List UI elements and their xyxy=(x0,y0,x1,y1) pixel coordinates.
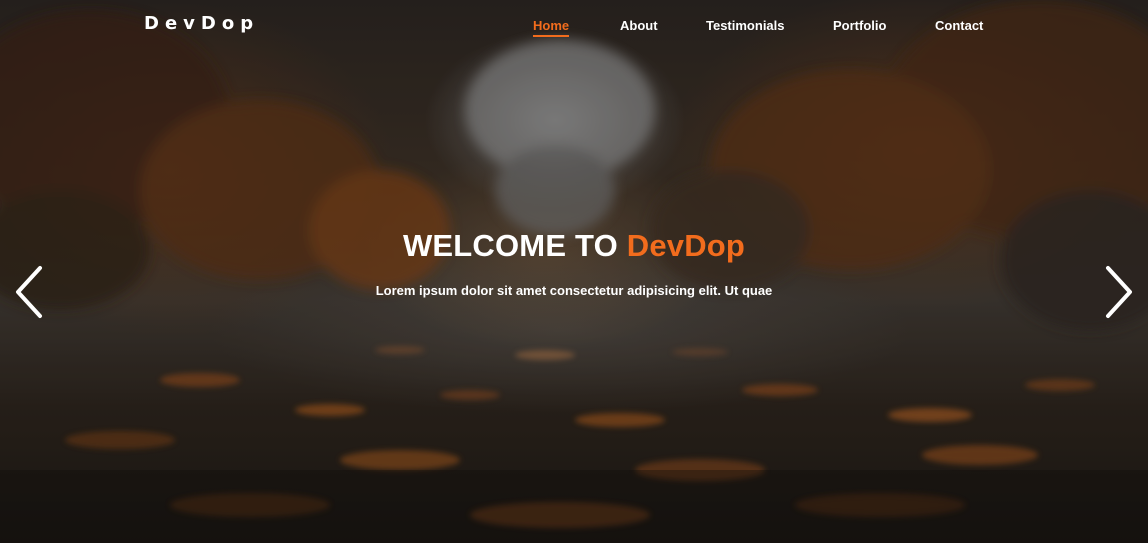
hero-subtitle: Lorem ipsum dolor sit amet consectetur a… xyxy=(375,283,773,298)
chevron-right-icon xyxy=(1106,266,1132,318)
nav-testimonials[interactable]: Testimonials xyxy=(706,18,785,33)
nav-contact[interactable]: Contact xyxy=(935,18,983,33)
nav-home[interactable]: Home xyxy=(533,18,570,37)
carousel-next-button[interactable] xyxy=(1098,262,1138,322)
headline-prefix: WELCOME TO xyxy=(402,228,627,263)
dark-overlay xyxy=(0,0,1148,543)
carousel-prev-button[interactable] xyxy=(10,262,50,322)
nav-about[interactable]: About xyxy=(620,18,658,33)
headline-brand: DevDop xyxy=(626,228,746,263)
top-navbar: DevDop Home About Testimonials Portfolio… xyxy=(0,0,1148,52)
chevron-left-icon xyxy=(16,266,42,318)
nav-portfolio[interactable]: Portfolio xyxy=(833,18,886,33)
brand-logo[interactable]: DevDop xyxy=(144,13,259,34)
hero-headline: WELCOME TO DevDop xyxy=(0,228,1148,264)
hero-carousel: DevDop Home About Testimonials Portfolio… xyxy=(0,0,1148,543)
